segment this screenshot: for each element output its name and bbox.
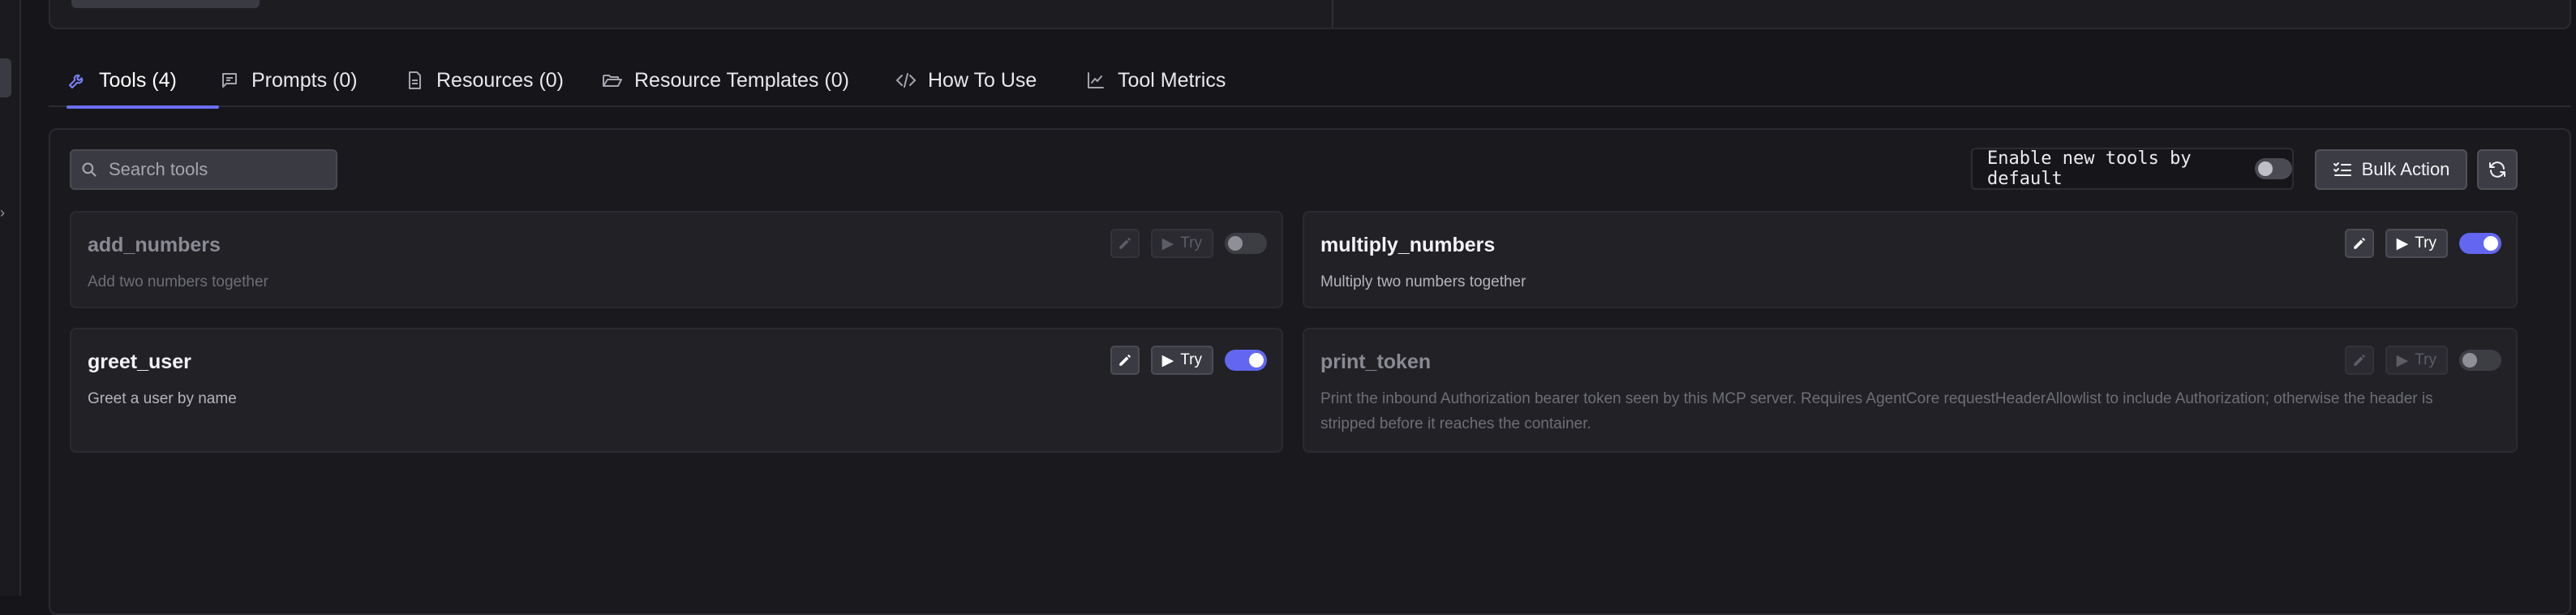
tool-description: Multiply two numbers together (1320, 273, 1526, 290)
edit-tool-button[interactable] (1110, 229, 1140, 258)
folder-open-icon (602, 70, 623, 91)
tool-description: Print the inbound Authorization bearer t… (1320, 390, 2433, 432)
tool-actions: ▶ Try (1110, 346, 1267, 375)
tool-enabled-toggle[interactable] (1225, 233, 1267, 254)
wrench-icon (67, 70, 88, 91)
enable-new-tools-toggle[interactable] (2255, 158, 2292, 179)
divider (1332, 0, 1333, 28)
tool-name: print_token (1320, 351, 1432, 373)
active-tab-indicator (67, 105, 219, 109)
bulk-action-button[interactable]: Bulk Action (2315, 149, 2467, 190)
enable-new-tools-setting: Enable new tools by default (1971, 148, 2294, 190)
play-icon: ▶ (1161, 351, 1174, 369)
try-label: Try (1180, 351, 1202, 368)
tab-label: Resources (0) (436, 68, 564, 92)
tool-description: Greet a user by name (88, 390, 237, 407)
list-checks-icon (2333, 161, 2352, 178)
try-tool-button[interactable]: ▶ Try (1150, 346, 1213, 375)
tool-card-print-token: print_token Print the inbound Authorizat… (1303, 328, 2518, 453)
tab-label: Resource Templates (0) (634, 68, 849, 92)
tool-card-multiply-numbers: multiply_numbers Multiply two numbers to… (1303, 211, 2518, 308)
tool-actions: ▶ Try (2344, 346, 2501, 375)
play-icon: ▶ (1161, 234, 1174, 252)
tool-name: greet_user (88, 351, 191, 373)
tab-label: Tools (4) (99, 68, 177, 92)
pencil-icon (2353, 237, 2365, 249)
tab-resource-templates[interactable]: Resource Templates (0) (602, 54, 849, 107)
tab-bar: Tools (4) Prompts (0) Resources (0) Reso… (49, 54, 2571, 109)
tool-actions: ▶ Try (2344, 229, 2501, 258)
play-icon: ▶ (2396, 351, 2409, 369)
search-box[interactable] (70, 149, 337, 190)
tool-enabled-toggle[interactable] (2459, 233, 2501, 254)
top-card (49, 0, 2571, 29)
tool-card-greet-user: greet_user Greet a user by name ▶ Try (70, 328, 1283, 453)
try-label: Try (2415, 234, 2436, 252)
tool-name: add_numbers (88, 234, 221, 256)
chevron-right-icon[interactable]: › (0, 204, 5, 221)
tab-resources[interactable]: Resources (0) (404, 54, 564, 107)
file-icon (404, 70, 425, 91)
tool-actions: ▶ Try (1110, 229, 1267, 258)
try-tool-button[interactable]: ▶ Try (2385, 229, 2448, 258)
message-icon (219, 70, 240, 91)
try-label: Try (1180, 234, 1202, 252)
tool-description: Add two numbers together (88, 273, 268, 290)
tab-tools[interactable]: Tools (4) (67, 54, 219, 109)
tab-label: Prompts (0) (251, 68, 358, 92)
search-icon (81, 161, 97, 178)
enable-new-tools-label: Enable new tools by default (1987, 148, 2192, 189)
try-tool-button[interactable]: ▶ Try (1150, 229, 1213, 258)
tab-tool-metrics[interactable]: Tool Metrics (1085, 54, 1226, 107)
top-card-button[interactable] (71, 0, 260, 8)
left-rail: › (0, 0, 21, 596)
rail-handle[interactable] (0, 58, 11, 97)
tool-enabled-toggle[interactable] (2459, 350, 2501, 371)
edit-tool-button[interactable] (1110, 346, 1140, 375)
code-icon (895, 70, 917, 91)
edit-tool-button[interactable] (2344, 346, 2374, 375)
try-label: Try (2415, 351, 2436, 368)
tab-how-to-use[interactable]: How To Use (895, 54, 1037, 107)
pencil-icon (2353, 354, 2365, 366)
tool-name: multiply_numbers (1320, 234, 1496, 256)
play-icon: ▶ (2396, 234, 2409, 252)
tab-label: How To Use (928, 68, 1037, 92)
tool-card-add-numbers: add_numbers Add two numbers together ▶ T… (70, 211, 1283, 308)
try-tool-button[interactable]: ▶ Try (2385, 346, 2448, 375)
tool-enabled-toggle[interactable] (1225, 350, 1267, 371)
bulk-action-label: Bulk Action (2361, 159, 2450, 179)
pencil-icon (1118, 237, 1131, 249)
refresh-icon (2488, 160, 2507, 179)
search-input[interactable] (109, 159, 311, 180)
tab-label: Tool Metrics (1118, 68, 1226, 92)
edit-tool-button[interactable] (2344, 229, 2374, 258)
line-chart-icon (1085, 70, 1106, 91)
pencil-icon (1118, 354, 1131, 366)
tab-prompts[interactable]: Prompts (0) (219, 54, 358, 107)
refresh-button[interactable] (2477, 149, 2518, 190)
